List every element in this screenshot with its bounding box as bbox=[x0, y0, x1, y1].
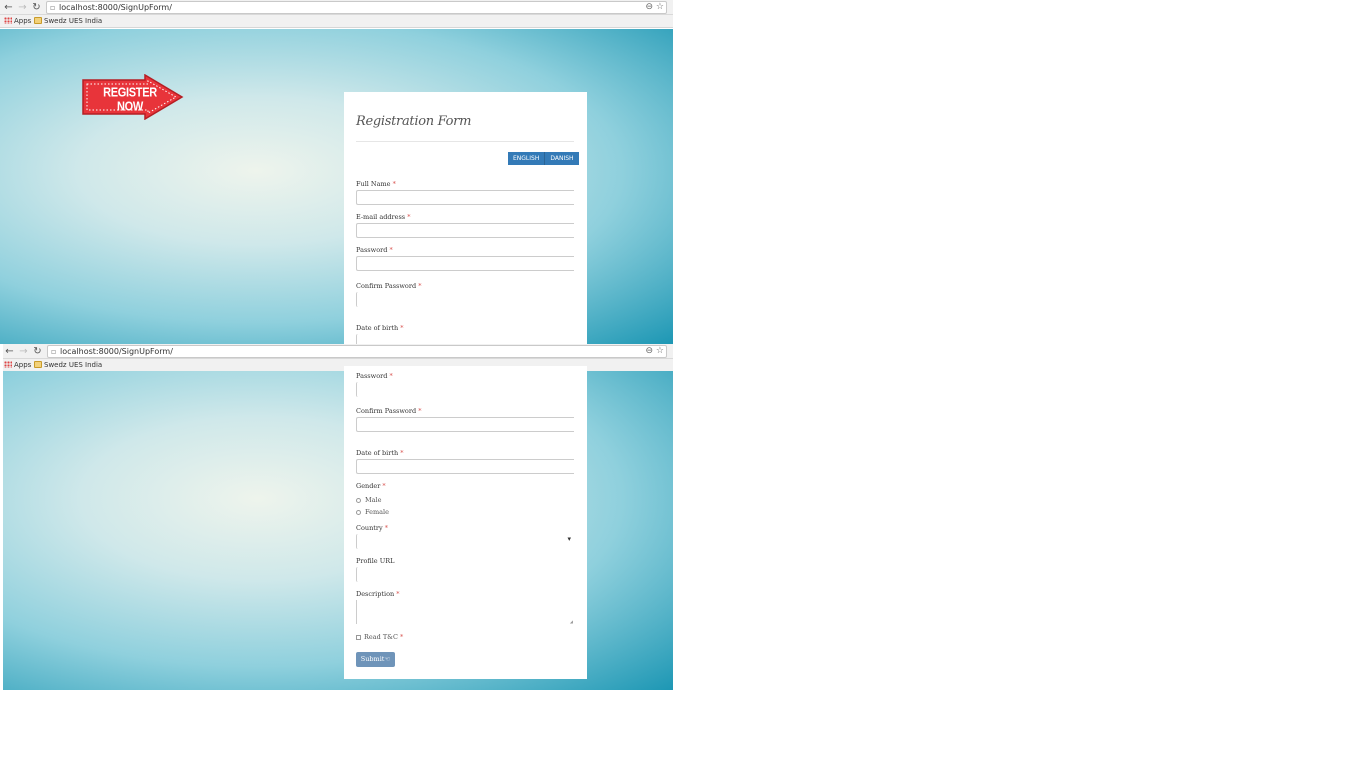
browser-toolbar: ← → ↻ ▫ localhost:8000/SignUpForm/ ⊖ ☆ bbox=[3, 344, 673, 359]
language-switch: ENGLISH DANISH bbox=[508, 152, 579, 165]
browser-window-top: ← → ↻ ▫ localhost:8000/SignUpForm/ ⊖ ☆ A… bbox=[0, 0, 673, 344]
address-bar[interactable]: ▫ localhost:8000/SignUpForm/ ⊖ ☆ bbox=[47, 345, 667, 358]
dob-label: Date of birth * bbox=[356, 324, 404, 332]
zoom-icon[interactable]: ⊖ bbox=[646, 2, 654, 12]
submit-button[interactable]: Submit☜ bbox=[356, 652, 395, 667]
registration-form: Password * Confirm Password * Date of bi… bbox=[344, 366, 587, 679]
bookmark-folder[interactable]: Swedz UES India bbox=[34, 360, 102, 371]
page-icon: ▫ bbox=[51, 347, 57, 356]
form-title: Registration Form bbox=[356, 114, 472, 129]
page-viewport: Password * Confirm Password * Date of bi… bbox=[3, 366, 673, 690]
browser-window-bottom: ← → ↻ ▫ localhost:8000/SignUpForm/ ⊖ ☆ A… bbox=[3, 344, 673, 690]
password-input[interactable] bbox=[356, 256, 574, 271]
reload-icon[interactable]: ↻ bbox=[31, 2, 42, 13]
hand-pointer-icon: ☜ bbox=[384, 655, 391, 663]
star-icon[interactable]: ☆ bbox=[656, 2, 664, 12]
dob-input[interactable] bbox=[356, 459, 574, 474]
bookmark-folder[interactable]: Swedz UES India bbox=[34, 16, 102, 27]
back-icon[interactable]: ← bbox=[3, 2, 14, 13]
forward-icon[interactable]: → bbox=[17, 2, 28, 13]
register-now-text: REGISTER NOW bbox=[103, 86, 157, 114]
confirm-password-input[interactable] bbox=[356, 417, 574, 432]
email-label: E-mail address * bbox=[356, 213, 411, 221]
danish-button[interactable]: DANISH bbox=[545, 152, 579, 165]
country-select[interactable] bbox=[356, 534, 574, 549]
apps-icon bbox=[4, 17, 12, 24]
folder-icon bbox=[34, 361, 42, 368]
address-url: localhost:8000/SignUpForm/ bbox=[60, 347, 173, 356]
radio-female[interactable] bbox=[356, 509, 361, 515]
full-name-label: Full Name * bbox=[356, 180, 396, 188]
zoom-icon[interactable]: ⊖ bbox=[646, 346, 654, 356]
profile-url-input[interactable] bbox=[356, 567, 574, 582]
radio-male[interactable] bbox=[356, 497, 361, 503]
reload-icon[interactable]: ↻ bbox=[32, 346, 43, 357]
description-label: Description * bbox=[356, 590, 400, 598]
page-icon: ▫ bbox=[50, 3, 56, 12]
star-icon[interactable]: ☆ bbox=[656, 346, 664, 356]
dob-label: Date of birth * bbox=[356, 449, 404, 457]
full-name-input[interactable] bbox=[356, 190, 574, 205]
page-viewport: REGISTER NOW Registration Form ENGLISH D… bbox=[0, 29, 673, 344]
confirm-password-label: Confirm Password * bbox=[356, 407, 422, 415]
gender-male[interactable]: Male bbox=[356, 496, 381, 504]
forward-icon[interactable]: → bbox=[18, 346, 29, 357]
email-input[interactable] bbox=[356, 223, 574, 238]
back-icon[interactable]: ← bbox=[4, 346, 15, 357]
bookmark-apps[interactable]: Apps bbox=[4, 16, 31, 27]
terms-checkbox-row[interactable]: Read T&C * bbox=[356, 633, 403, 641]
browser-toolbar: ← → ↻ ▫ localhost:8000/SignUpForm/ ⊖ ☆ bbox=[0, 0, 673, 15]
gender-female[interactable]: Female bbox=[356, 508, 389, 516]
bookmarks-bar: Apps Swedz UES India bbox=[0, 15, 673, 28]
password-label: Password * bbox=[356, 372, 393, 380]
terms-checkbox[interactable] bbox=[356, 634, 361, 640]
address-bar[interactable]: ▫ localhost:8000/SignUpForm/ ⊖ ☆ bbox=[46, 1, 667, 14]
description-textarea[interactable] bbox=[356, 600, 574, 624]
dob-input[interactable] bbox=[356, 334, 574, 344]
divider bbox=[356, 141, 574, 142]
bookmark-apps[interactable]: Apps bbox=[4, 360, 31, 371]
gender-label: Gender * bbox=[356, 482, 386, 490]
english-button[interactable]: ENGLISH bbox=[508, 152, 546, 165]
password-input[interactable] bbox=[356, 382, 574, 397]
confirm-password-input[interactable] bbox=[356, 292, 574, 307]
folder-icon bbox=[34, 17, 42, 24]
register-now-banner: REGISTER NOW bbox=[81, 73, 184, 121]
password-label: Password * bbox=[356, 246, 393, 254]
address-url: localhost:8000/SignUpForm/ bbox=[59, 3, 172, 12]
apps-icon bbox=[4, 361, 12, 368]
profile-url-label: Profile URL bbox=[356, 557, 395, 565]
country-label: Country * bbox=[356, 524, 388, 532]
registration-form: Registration Form ENGLISH DANISH Full Na… bbox=[344, 92, 587, 344]
confirm-password-label: Confirm Password * bbox=[356, 282, 422, 290]
